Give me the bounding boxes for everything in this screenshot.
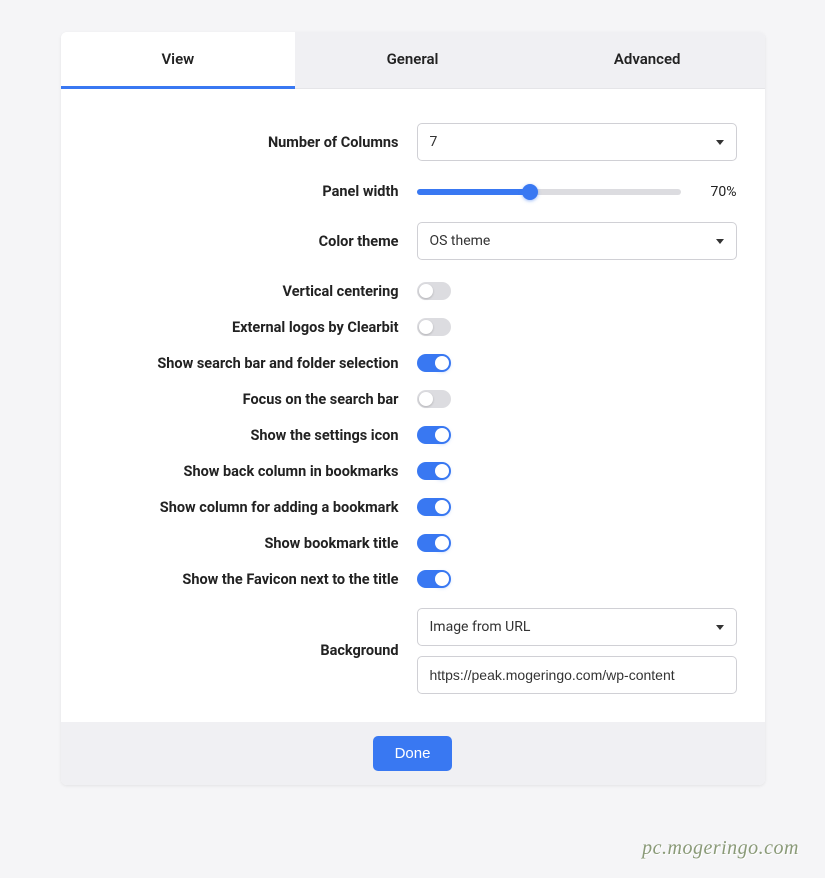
columns-select[interactable]: 7 (417, 123, 737, 161)
panel-width-label: Panel width (89, 183, 417, 200)
toggle-knob (435, 572, 449, 586)
tab-view[interactable]: View (61, 32, 296, 89)
toggle-knob (419, 320, 433, 334)
focus-search-toggle[interactable] (417, 390, 451, 408)
toggle-knob (435, 500, 449, 514)
show-favicon-toggle[interactable] (417, 570, 451, 588)
settings-panel: View General Advanced Number of Columns … (61, 32, 765, 785)
show-search-toggle[interactable] (417, 354, 451, 372)
toggle-knob (435, 428, 449, 442)
background-url-input[interactable] (417, 656, 737, 694)
show-back-column-label: Show back column in bookmarks (89, 463, 417, 480)
settings-content: Number of Columns 7 Panel width 70% Colo… (61, 89, 765, 722)
background-type-value: Image from URL (430, 619, 531, 635)
show-back-column-toggle[interactable] (417, 462, 451, 480)
color-theme-select[interactable]: OS theme (417, 222, 737, 260)
done-button[interactable]: Done (373, 736, 453, 771)
show-add-column-toggle[interactable] (417, 498, 451, 516)
tab-general[interactable]: General (295, 32, 530, 88)
toggle-knob (419, 284, 433, 298)
toggle-knob (419, 392, 433, 406)
toggle-knob (435, 536, 449, 550)
color-theme-label: Color theme (89, 233, 417, 250)
external-logos-label: External logos by Clearbit (89, 319, 417, 336)
panel-width-value: 70% (695, 184, 737, 200)
slider-fill (417, 189, 531, 195)
slider-thumb[interactable] (522, 184, 538, 200)
vertical-centering-toggle[interactable] (417, 282, 451, 300)
external-logos-toggle[interactable] (417, 318, 451, 336)
columns-label: Number of Columns (89, 134, 417, 151)
columns-value: 7 (430, 134, 438, 150)
background-type-select[interactable]: Image from URL (417, 608, 737, 646)
tab-advanced[interactable]: Advanced (530, 32, 765, 88)
show-settings-icon-toggle[interactable] (417, 426, 451, 444)
tab-bar: View General Advanced (61, 32, 765, 89)
footer: Done (61, 722, 765, 785)
show-bookmark-title-label: Show bookmark title (89, 535, 417, 552)
caret-down-icon (716, 239, 724, 244)
show-search-label: Show search bar and folder selection (89, 355, 417, 372)
toggle-knob (435, 356, 449, 370)
show-bookmark-title-toggle[interactable] (417, 534, 451, 552)
panel-width-slider[interactable] (417, 189, 681, 195)
focus-search-label: Focus on the search bar (89, 391, 417, 408)
watermark: pc.mogeringo.com (642, 837, 799, 860)
caret-down-icon (716, 140, 724, 145)
show-settings-icon-label: Show the settings icon (89, 427, 417, 444)
vertical-centering-label: Vertical centering (89, 283, 417, 300)
show-add-column-label: Show column for adding a bookmark (89, 499, 417, 516)
color-theme-value: OS theme (430, 233, 491, 249)
show-favicon-label: Show the Favicon next to the title (89, 571, 417, 588)
toggle-knob (435, 464, 449, 478)
caret-down-icon (716, 625, 724, 630)
background-label: Background (89, 632, 417, 670)
